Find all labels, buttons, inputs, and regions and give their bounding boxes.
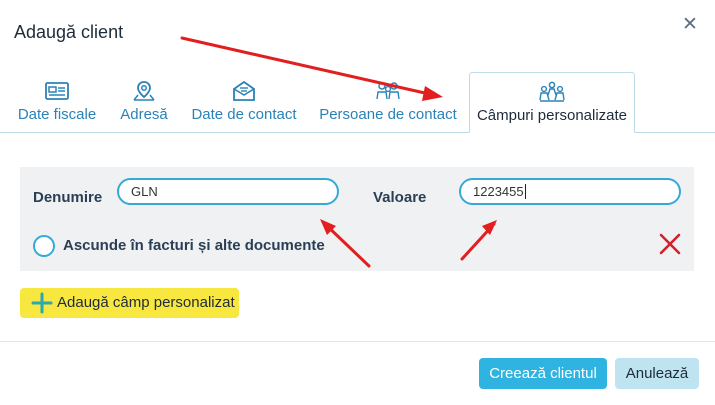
tab-date-de-contact[interactable]: Date de contact <box>188 80 300 133</box>
dialog-header: Adaugă client ✕ <box>0 0 715 64</box>
tab-date-fiscale[interactable]: Date fiscale <box>14 80 100 133</box>
tab-adresa[interactable]: Adresă <box>117 80 171 133</box>
field-value-input[interactable]: 1223455 <box>459 178 681 205</box>
footer-divider <box>0 341 715 342</box>
plus-icon <box>31 292 53 314</box>
cancel-button[interactable]: Anulează <box>615 358 699 389</box>
delete-icon[interactable] <box>658 232 682 256</box>
tab-persoane-de-contact[interactable]: Persoane de contact <box>318 80 458 133</box>
people-icon <box>376 82 400 100</box>
add-custom-field-button[interactable]: Adaugă câmp personalizat <box>20 288 239 318</box>
name-label: Denumire <box>33 189 103 206</box>
create-client-button[interactable]: Creează clientul <box>479 358 607 389</box>
text-cursor <box>524 184 526 199</box>
dialog-title: Adaugă client <box>14 22 124 42</box>
tab-campuri-personalizate[interactable]: Câmpuri personalizate <box>469 72 635 133</box>
map-pin-icon <box>133 81 155 101</box>
field-value-text: 1223455 <box>473 184 524 199</box>
envelope-icon <box>233 80 255 101</box>
tab-label: Câmpuri personalizate <box>476 107 628 124</box>
fiscal-card-icon <box>45 82 69 100</box>
hide-in-documents-label: Ascunde în facturi și alte documente <box>63 237 325 254</box>
tab-label: Date de contact <box>191 106 297 123</box>
hide-in-documents-radio[interactable] <box>33 235 55 257</box>
tab-label: Date fiscale <box>17 106 97 123</box>
add-client-dialog: Adaugă client ✕ Date fiscale Adresă Date… <box>0 0 715 405</box>
tab-label: Persoane de contact <box>319 106 457 123</box>
group-icon <box>539 81 565 102</box>
field-name-input[interactable]: GLN <box>117 178 339 205</box>
add-custom-field-label: Adaugă câmp personalizat <box>57 294 235 311</box>
tab-label: Adresă <box>120 106 168 123</box>
close-icon[interactable]: ✕ <box>680 15 700 35</box>
value-label: Valoare <box>373 189 427 206</box>
